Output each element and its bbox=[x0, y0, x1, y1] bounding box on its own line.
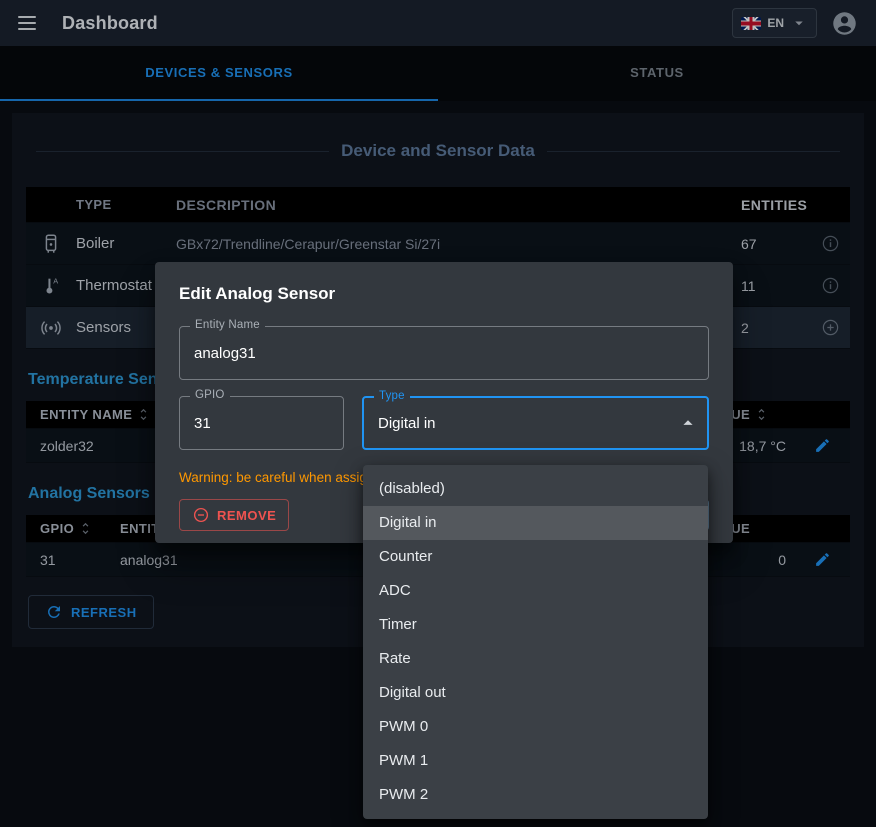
gpio-field[interactable]: GPIO 31 bbox=[179, 396, 344, 450]
entity-name-field-label: Entity Name bbox=[190, 319, 265, 331]
dialog-field-row: GPIO 31 Type Digital in bbox=[179, 396, 709, 450]
gpio-field-value: 31 bbox=[194, 415, 211, 432]
menu-item-digital-out[interactable]: Digital out bbox=[363, 676, 708, 710]
dialog-title: Edit Analog Sensor bbox=[155, 262, 733, 322]
gpio-field-label: GPIO bbox=[190, 389, 230, 401]
chevron-up-icon bbox=[677, 412, 699, 434]
entity-name-field-value: analog31 bbox=[194, 345, 256, 362]
type-select-label: Type bbox=[374, 390, 410, 402]
menu-item-digital-in[interactable]: Digital in bbox=[363, 506, 708, 540]
minus-circle-icon bbox=[192, 506, 210, 524]
type-select-value: Digital in bbox=[378, 415, 436, 432]
type-select-menu: (disabled) Digital in Counter ADC Timer … bbox=[363, 465, 708, 819]
menu-item-disabled[interactable]: (disabled) bbox=[363, 472, 708, 506]
menu-item-pwm-0[interactable]: PWM 0 bbox=[363, 710, 708, 744]
screen: Dashboard EN DEVICES & SENSORS STATUS De… bbox=[0, 0, 876, 647]
menu-item-timer[interactable]: Timer bbox=[363, 608, 708, 642]
remove-button[interactable]: REMOVE bbox=[179, 499, 289, 531]
type-select[interactable]: Type Digital in bbox=[362, 396, 709, 450]
menu-item-pwm-1[interactable]: PWM 1 bbox=[363, 744, 708, 778]
menu-item-adc[interactable]: ADC bbox=[363, 574, 708, 608]
menu-item-pwm-2[interactable]: PWM 2 bbox=[363, 778, 708, 812]
dialog-body: Entity Name analog31 GPIO 31 Type Digita… bbox=[155, 322, 733, 485]
entity-name-field[interactable]: Entity Name analog31 bbox=[179, 326, 709, 380]
menu-item-counter[interactable]: Counter bbox=[363, 540, 708, 574]
remove-label: REMOVE bbox=[217, 508, 276, 523]
menu-item-rate[interactable]: Rate bbox=[363, 642, 708, 676]
